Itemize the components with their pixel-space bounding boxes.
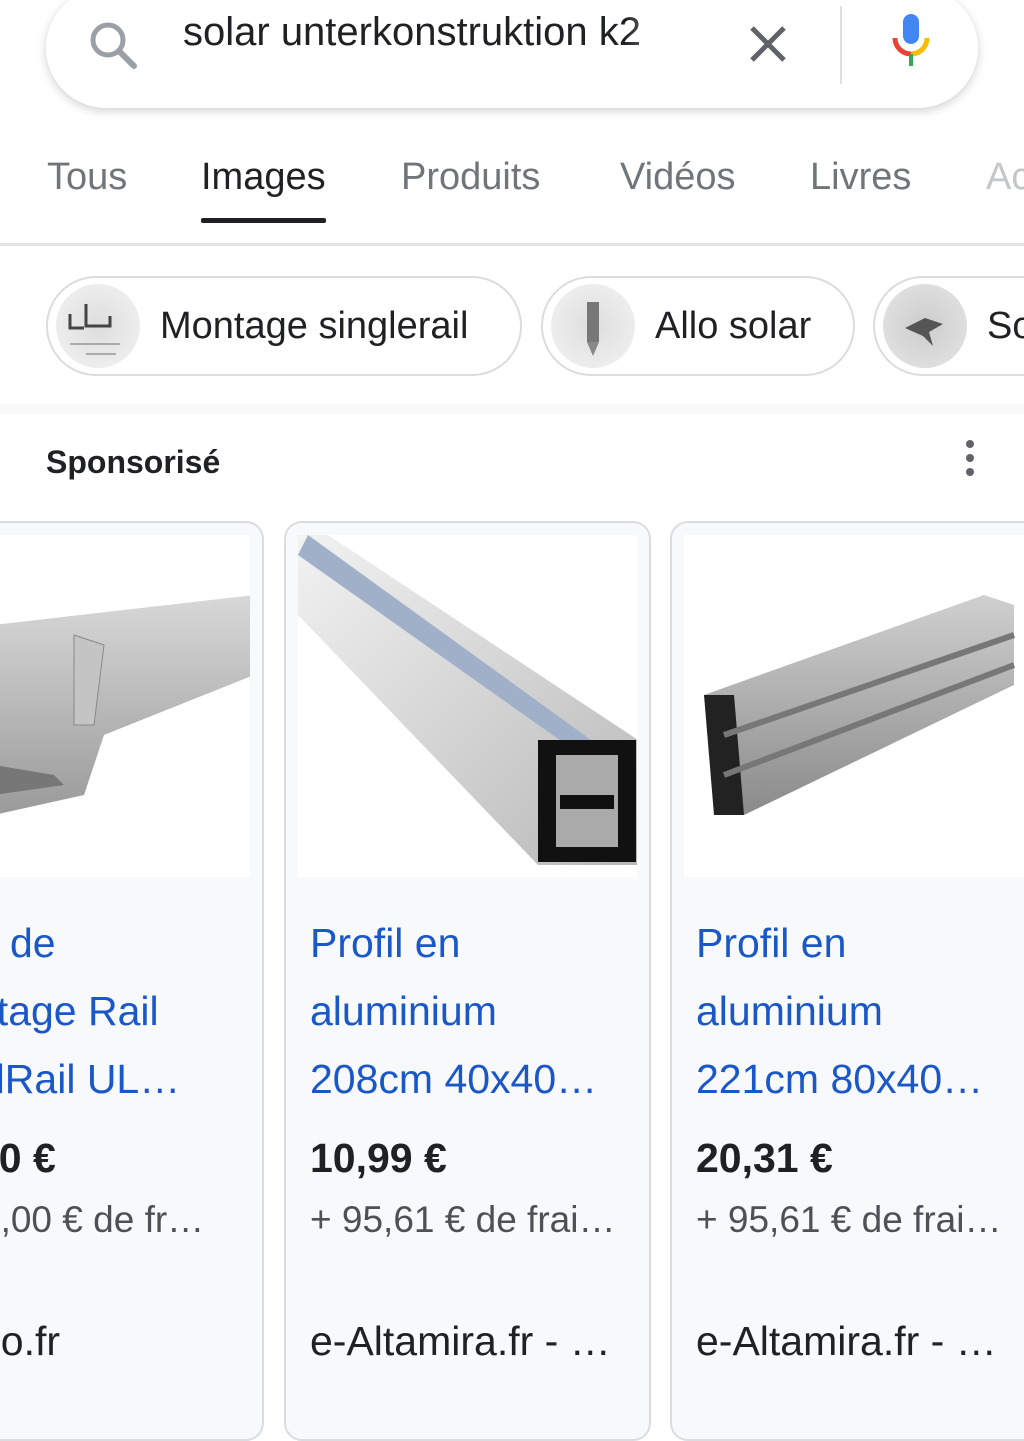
microphone-icon[interactable] <box>889 14 933 66</box>
divider <box>840 6 842 84</box>
sponsored-label: Sponsorisé <box>46 444 221 480</box>
product-source: bo.fr <box>0 1318 61 1364</box>
tab-images[interactable]: Images <box>201 156 326 223</box>
search-tabs: Tous Images Produits Vidéos Livres Ac <box>0 156 1024 246</box>
product-title[interactable]: Profil en aluminium 221cm 80x40… <box>696 909 983 1113</box>
product-image <box>298 535 637 877</box>
search-icon[interactable] <box>86 18 142 74</box>
chip-thumbnail <box>883 284 967 368</box>
chip-label: Montage singlerail <box>160 304 469 347</box>
close-icon[interactable] <box>746 22 790 66</box>
title-line: dRail UL… <box>0 1056 181 1102</box>
product-image <box>0 535 250 877</box>
product-shipping: + 95,61 € de frai… <box>696 1199 1002 1240</box>
chip-thumbnail <box>56 284 140 368</box>
title-line: 208cm 40x40… <box>310 1056 598 1102</box>
product-card[interactable]: Profil en aluminium 208cm 40x40… 10,99 € +… <box>284 521 651 1441</box>
product-shipping: 9,00 € de fr… <box>0 1199 205 1240</box>
title-line: 221cm 80x40… <box>696 1056 984 1102</box>
product-source: e-Altamira.fr - … <box>696 1318 997 1364</box>
product-image <box>684 535 1024 877</box>
search-bar[interactable]: solar unterkonstruktion k2 <box>46 0 978 108</box>
title-line: aluminium <box>310 988 497 1034</box>
product-shipping: + 95,61 € de frai… <box>310 1199 616 1240</box>
product-price: 20,31 € <box>696 1135 833 1181</box>
product-price: 90 € <box>0 1135 56 1181</box>
product-title[interactable]: Profil en aluminium 208cm 40x40… <box>310 909 597 1113</box>
title-line: Profil en <box>310 920 461 966</box>
title-line: ntage Rail <box>0 988 159 1034</box>
tab-actualites[interactable]: Ac <box>986 156 1024 199</box>
product-card[interactable]: de ntage Rail dRail UL… 90 € 9,00 € de fr…… <box>0 521 264 1441</box>
tab-tous[interactable]: Tous <box>47 156 127 199</box>
search-input[interactable]: solar unterkonstruktion k2 <box>183 10 703 55</box>
more-vert-icon[interactable] <box>962 440 978 476</box>
product-price: 10,99 € <box>310 1135 447 1181</box>
title-line: aluminium <box>696 988 883 1034</box>
section-divider <box>0 404 1024 414</box>
title-line: de <box>10 920 56 966</box>
product-source: e-Altamira.fr - … <box>310 1318 611 1364</box>
tab-produits[interactable]: Produits <box>401 156 540 199</box>
chip-thumbnail <box>551 284 635 368</box>
title-line: Profil en <box>696 920 847 966</box>
chip-allo-solar[interactable]: Allo solar <box>541 276 855 376</box>
tab-videos[interactable]: Vidéos <box>620 156 736 199</box>
product-title[interactable]: de ntage Rail dRail UL… <box>0 909 180 1113</box>
chip-more[interactable]: So <box>873 276 1024 376</box>
product-card[interactable]: Profil en aluminium 221cm 80x40… 20,31 € +… <box>670 521 1024 1441</box>
chip-label: Allo solar <box>655 304 812 347</box>
chip-label: So <box>987 304 1024 347</box>
tab-livres[interactable]: Livres <box>810 156 911 199</box>
chip-montage-singlerail[interactable]: Montage singlerail <box>46 276 522 376</box>
